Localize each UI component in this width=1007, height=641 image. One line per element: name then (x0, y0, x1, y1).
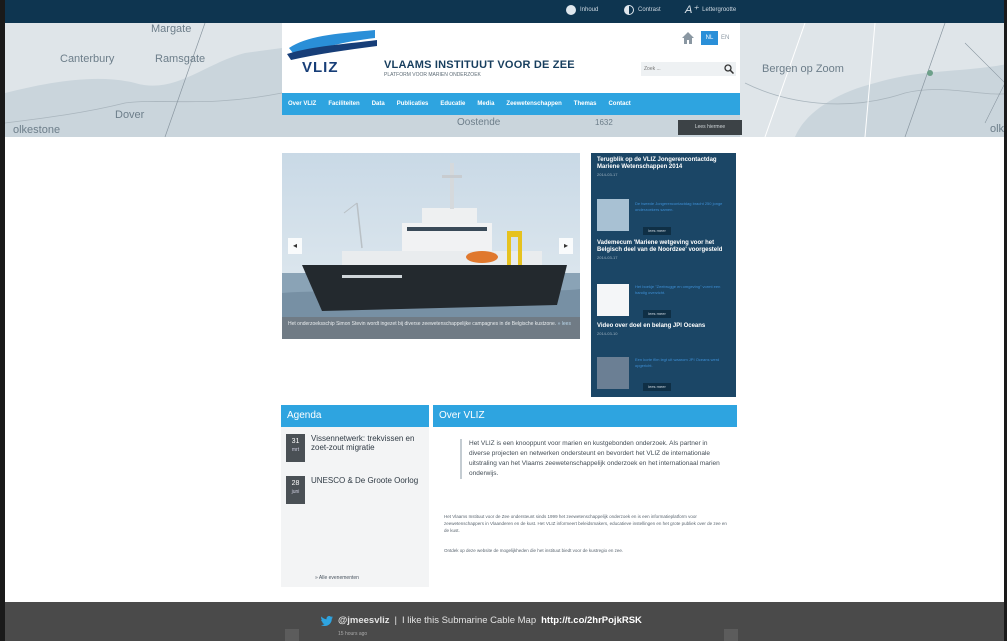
over-vliz-paragraph: Het Vlaams Instituut voor de Zee onderst… (444, 514, 727, 533)
tweet-next-button[interactable] (724, 629, 738, 641)
nav-faciliteiten[interactable]: Faciliteiten (328, 101, 359, 107)
news-thumbnail[interactable] (597, 284, 629, 316)
map-label: olkestone (13, 124, 61, 136)
over-vliz-heading: Over VLIZ (433, 405, 737, 427)
tweet-handle[interactable]: @jmeesvliz (338, 615, 390, 626)
agenda-day: 28 (291, 480, 300, 487)
slider-prev-button[interactable]: ◂ (288, 238, 302, 254)
map-label: Ramsgate (155, 53, 206, 65)
map-label: Bergen op Zoom (762, 63, 844, 75)
twitter-icon (321, 615, 333, 626)
news-date: 2014-03-10 (597, 331, 618, 336)
agenda-all-link[interactable]: » Alle evenementen (315, 575, 359, 581)
nav-zeewetenschappen[interactable]: Zeewetenschappen (506, 101, 561, 107)
twitter-footer: @jmeesvliz | I like this Submarine Cable… (5, 602, 1004, 641)
news-thumbnail[interactable] (597, 199, 629, 231)
nav-contact[interactable]: Contact (608, 101, 630, 107)
inhoud-label: Inhoud (580, 7, 599, 13)
map-label: Canterbury (60, 53, 115, 65)
news-more-button[interactable]: lees meer (643, 227, 671, 235)
map-label: 1632 (595, 118, 613, 127)
ship-image (282, 153, 580, 339)
main-nav: Over VLIZ Faciliteiten Data Publicaties … (282, 93, 740, 115)
circle-icon (566, 5, 576, 15)
slider-caption: Het onderzoeksschip Simon Stevin wordt i… (282, 317, 580, 339)
nav-educatie[interactable]: Educatie (440, 101, 465, 107)
agenda-day: 31 (291, 438, 300, 445)
news-summary: De tweede Jongerencontactdag bracht 250 … (635, 201, 723, 212)
slider-more-link[interactable]: » lees (558, 321, 571, 327)
slider-next-button[interactable]: ▸ (559, 238, 573, 254)
news-title[interactable]: Vademecum 'Mariene wetgeving voor het Be… (597, 240, 730, 254)
slider-caption-text: Het onderzoeksschip Simon Stevin wordt i… (288, 321, 557, 327)
agenda-month: juni (291, 489, 300, 495)
contrast-icon (624, 5, 634, 15)
over-vliz-paragraph: Ontdek op deze website de mogelijkheden … (444, 548, 624, 553)
news-summary: Een korte film legt uit waarom JPI Ocean… (635, 357, 720, 368)
news-item[interactable]: Video over doel en belang JPI Oceans 201… (597, 323, 730, 406)
news-item[interactable]: Terugblik op de VLIZ Jongerencontactdag … (597, 157, 730, 240)
over-vliz-quote: Het VLIZ is een knooppunt voor marien en… (460, 439, 725, 479)
news-summary: Het boekje "Zeebrugge en omgeving" vormt… (635, 284, 721, 295)
lang-nl-button[interactable]: NL (701, 31, 718, 45)
map-label: Margate (151, 23, 192, 35)
font-size-link[interactable]: A⁺ Lettergrootte (685, 4, 737, 16)
tweet-text: I like this Submarine Cable Map (401, 615, 537, 626)
map-label: olk (990, 123, 1005, 135)
tweet-separator: | (394, 615, 397, 626)
contrast-label: Contrast (638, 7, 661, 13)
over-vliz-panel: Het VLIZ is een knooppunt voor marien en… (433, 427, 737, 587)
nav-over-vliz[interactable]: Over VLIZ (288, 101, 316, 107)
tweet-prev-button[interactable] (285, 629, 299, 641)
news-date: 2014-03-17 (597, 255, 618, 260)
news-title[interactable]: Video over doel en belang JPI Oceans (597, 323, 730, 330)
news-item[interactable]: Vademecum 'Mariene wetgeving voor het Be… (597, 240, 730, 323)
search-input[interactable] (644, 62, 714, 76)
agenda-date: 31 mrt (286, 434, 305, 462)
news-date: 2014-03-17 (597, 172, 618, 177)
utility-bar: Inhoud Contrast A⁺ Lettergrootte (5, 0, 1004, 23)
inhoud-link[interactable]: Inhoud (566, 5, 598, 15)
home-icon[interactable] (681, 31, 695, 45)
font-size-label: Lettergrootte (702, 7, 737, 13)
agenda-month: mrt (291, 447, 300, 453)
logo-text: VLIZ (302, 59, 339, 76)
agenda-panel: 31 mrt Vissennetwerk: trekvissen en zoet… (281, 427, 429, 587)
agenda-item[interactable]: 28 juni UNESCO & De Groote Oorlog (286, 476, 421, 504)
agenda-date: 28 juni (286, 476, 305, 504)
image-slider: ◂ ▸ Het onderzoeksschip Simon Stevin wor… (282, 153, 580, 339)
search-icon[interactable] (724, 64, 734, 74)
news-more-button[interactable]: lees meer (643, 310, 671, 318)
agenda-title[interactable]: Vissennetwerk: trekvissen en zoet-zout m… (311, 434, 421, 462)
agenda-heading: Agenda (281, 405, 429, 427)
news-thumbnail[interactable] (597, 357, 629, 389)
nav-publicaties[interactable]: Publicaties (397, 101, 429, 107)
tweet-link[interactable]: http://t.co/2hrPojkRSK (541, 615, 642, 626)
site-subtitle: PLATFORM VOOR MARIEN ONDERZOEK (384, 72, 481, 78)
news-panel: Terugblik op de VLIZ Jongerencontactdag … (591, 153, 736, 397)
tweet: @jmeesvliz | I like this Submarine Cable… (321, 615, 642, 626)
map-label: Dover (115, 109, 145, 121)
search-box (641, 62, 736, 76)
lees-hiermee-button[interactable]: Lees hiermee (678, 120, 742, 135)
nav-data[interactable]: Data (372, 101, 385, 107)
news-more-button[interactable]: lees meer (643, 383, 671, 391)
font-size-icon: A⁺ (685, 4, 699, 16)
news-title[interactable]: Terugblik op de VLIZ Jongerencontactdag … (597, 157, 730, 171)
contrast-link[interactable]: Contrast (624, 5, 661, 15)
tweet-time: 15 hours ago (338, 631, 368, 637)
browser-frame: Inhoud Contrast A⁺ Lettergrootte Margate… (0, 0, 1007, 641)
agenda-item[interactable]: 31 mrt Vissennetwerk: trekvissen en zoet… (286, 434, 421, 462)
nav-themas[interactable]: Themas (574, 101, 597, 107)
lang-en-button[interactable]: EN (721, 31, 729, 45)
agenda-title[interactable]: UNESCO & De Groote Oorlog (311, 476, 421, 504)
map-label: Oostende (457, 117, 501, 128)
site-title: VLAAMS INSTITUUT VOOR DE ZEE (384, 59, 575, 71)
site-header: VLIZ VLAAMS INSTITUUT VOOR DE ZEE PLATFO… (282, 23, 740, 93)
nav-media[interactable]: Media (477, 101, 494, 107)
